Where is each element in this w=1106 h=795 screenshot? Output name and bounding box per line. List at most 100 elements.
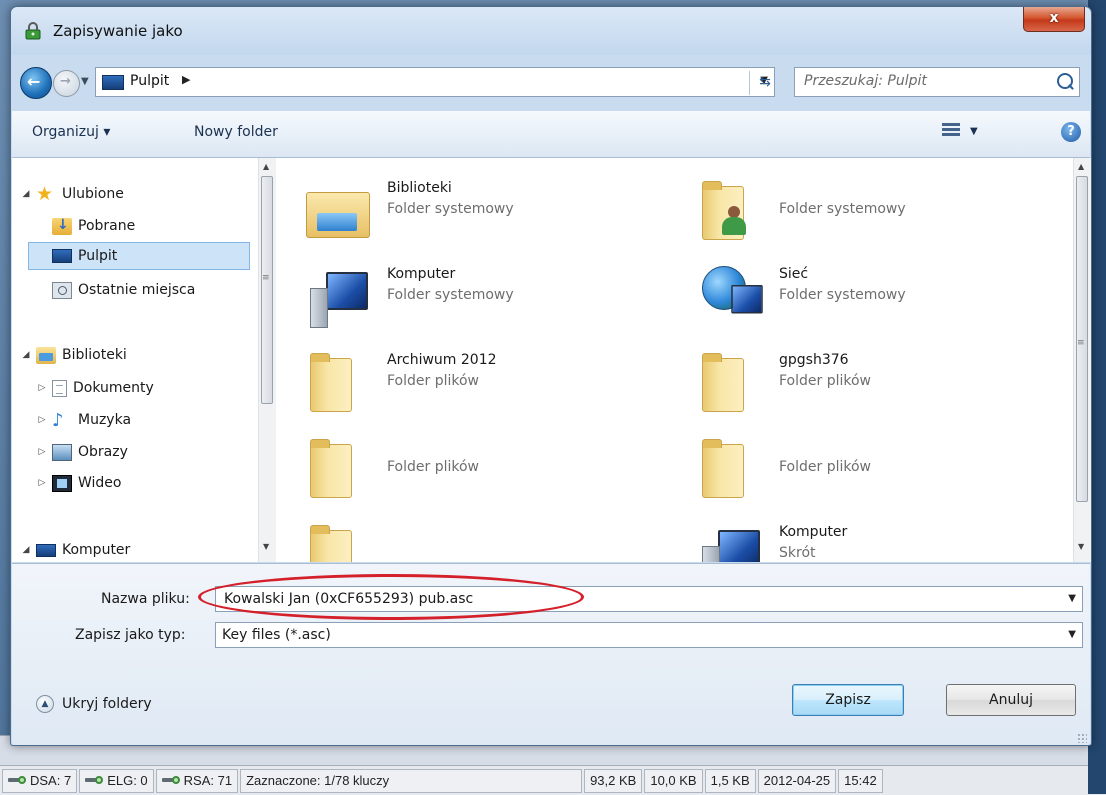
save-options-panel: Nazwa pliku: ▼ Zapisz jako typ: Key file… xyxy=(12,563,1090,745)
collapsed-arrow-icon[interactable]: ▷ xyxy=(36,478,48,488)
address-location[interactable]: Pulpit xyxy=(130,73,169,89)
file-item[interactable]: Folder plików xyxy=(276,426,656,506)
cancel-button[interactable]: Anuluj xyxy=(946,684,1076,716)
computer-icon xyxy=(310,264,368,328)
folder-icon xyxy=(702,350,748,412)
hide-folders-button[interactable]: ▲ Ukryj foldery xyxy=(36,695,152,713)
chevron-down-icon[interactable]: ▼ xyxy=(1068,593,1076,604)
navigation-scrollbar[interactable]: ▲ ≡ ▼ xyxy=(258,158,276,562)
nav-item-video[interactable]: ▷ Wideo xyxy=(36,469,122,497)
scroll-grip-icon: ≡ xyxy=(1077,338,1085,348)
collapsed-arrow-icon[interactable]: ▷ xyxy=(36,383,48,393)
search-box[interactable] xyxy=(794,67,1080,97)
folder-icon xyxy=(310,436,356,498)
file-item[interactable]: Komputer Skrót xyxy=(668,512,1048,562)
organize-button[interactable]: Organizuj ▾ xyxy=(32,124,110,140)
address-bar[interactable]: Pulpit ▶ ▼ xyxy=(95,67,775,97)
filename-input[interactable] xyxy=(222,590,1046,608)
scroll-down-icon[interactable]: ▼ xyxy=(263,542,269,551)
pictures-icon xyxy=(52,443,72,461)
file-type-select[interactable]: Key files (*.asc) ▼ xyxy=(215,622,1083,648)
status-size2: 10,0 KB xyxy=(644,768,703,793)
dialog-title: Zapisywanie jako xyxy=(53,22,183,40)
new-folder-button[interactable]: Nowy folder xyxy=(194,124,278,140)
file-item[interactable]: Folder plików xyxy=(668,426,1048,506)
refresh-icon: ⇆ xyxy=(759,74,771,90)
nav-item-music[interactable]: ▷ ♪ Muzyka xyxy=(36,406,132,434)
toolbar: Organizuj ▾ Nowy folder ▼ ? xyxy=(12,111,1090,158)
status-elg: ELG: 0 xyxy=(79,768,154,793)
scroll-up-icon[interactable]: ▲ xyxy=(263,162,269,171)
network-icon xyxy=(702,264,763,322)
key-icon xyxy=(85,776,104,785)
history-dropdown-icon[interactable]: ▼ xyxy=(81,76,89,87)
status-rsa: RSA: 71 xyxy=(155,768,239,793)
file-item[interactable] xyxy=(276,512,656,562)
search-icon[interactable] xyxy=(1057,73,1073,89)
resize-grip-icon[interactable] xyxy=(1077,733,1087,743)
music-icon: ♪ xyxy=(52,409,64,431)
scroll-thumb[interactable] xyxy=(261,176,273,404)
views-dropdown-icon[interactable]: ▼ xyxy=(970,126,978,137)
expanded-arrow-icon[interactable]: ◢ xyxy=(20,189,32,199)
back-arrow-icon: ← xyxy=(27,72,41,91)
save-button[interactable]: Zapisz xyxy=(792,684,904,716)
address-row: ← → ▼ Pulpit ▶ ▼ ⇆ xyxy=(11,63,1091,103)
file-item[interactable]: Komputer Folder systemowy xyxy=(276,254,656,334)
views-icon[interactable] xyxy=(942,123,960,141)
file-list-scrollbar[interactable]: ▲ ≡ ▼ xyxy=(1073,158,1091,562)
computer-shortcut-icon xyxy=(702,522,760,562)
nav-item-pictures[interactable]: ▷ Obrazy xyxy=(36,438,128,466)
nav-item-libraries[interactable]: ◢ Biblioteki xyxy=(20,341,127,369)
title-bar[interactable]: Zapisywanie jako x xyxy=(11,7,1091,55)
chevron-down-icon[interactable]: ▼ xyxy=(1068,629,1076,640)
status-selected: Zaznaczone: 1/78 kluczy xyxy=(240,768,583,793)
file-item[interactable]: Archiwum 2012 Folder plików xyxy=(276,340,656,420)
file-item[interactable]: Sieć Folder systemowy xyxy=(668,254,1048,334)
status-size3: 1,5 KB xyxy=(704,768,756,793)
help-icon[interactable]: ? xyxy=(1061,122,1081,142)
filename-label: Nazwa pliku: xyxy=(101,591,190,607)
filename-field[interactable]: ▼ xyxy=(215,586,1083,612)
save-as-dialog: Zapisywanie jako x ← → ▼ Pulpit ▶ ▼ ⇆ Or… xyxy=(10,6,1092,746)
file-item[interactable]: Folder systemowy xyxy=(668,168,1048,248)
collapsed-arrow-icon[interactable]: ▷ xyxy=(36,415,48,425)
key-icon xyxy=(8,776,26,785)
refresh-button[interactable]: ⇆ xyxy=(749,71,780,95)
desktop-icon xyxy=(52,249,72,263)
expanded-arrow-icon[interactable]: ◢ xyxy=(20,350,32,360)
file-list: Biblioteki Folder systemowy Folder syste… xyxy=(276,158,1072,562)
expanded-arrow-icon[interactable]: ◢ xyxy=(20,545,32,555)
nav-item-computer[interactable]: ◢ Komputer xyxy=(20,536,131,564)
scroll-up-icon[interactable]: ▲ xyxy=(1078,162,1084,171)
nav-item-desktop[interactable]: Pulpit xyxy=(28,242,250,270)
user-folder-icon xyxy=(702,178,748,240)
file-item[interactable]: Biblioteki Folder systemowy xyxy=(276,168,656,248)
file-type-value: Key files (*.asc) xyxy=(222,627,331,643)
status-size1: 93,2 KB xyxy=(584,768,643,793)
forward-button[interactable]: → xyxy=(53,70,80,97)
nav-item-recent-places[interactable]: Ostatnie miejsca xyxy=(52,276,195,304)
libraries-icon xyxy=(306,178,370,238)
browser-pane: ◢ ★ Ulubione Pobrane Pulpit Ostatnie mie… xyxy=(12,158,1091,564)
file-item[interactable]: gpgsh376 Folder plików xyxy=(668,340,1048,420)
status-time: 15:42 xyxy=(838,768,883,793)
libraries-icon xyxy=(36,346,56,364)
collapsed-arrow-icon[interactable]: ▷ xyxy=(36,447,48,457)
nav-item-favorites[interactable]: ◢ ★ Ulubione xyxy=(20,180,124,208)
documents-icon xyxy=(52,379,67,397)
nav-item-downloads[interactable]: Pobrane xyxy=(52,212,135,240)
scroll-down-icon[interactable]: ▼ xyxy=(1078,542,1084,551)
search-input[interactable] xyxy=(802,72,1046,90)
back-button[interactable]: ← xyxy=(20,67,52,99)
close-button[interactable]: x xyxy=(1023,7,1085,32)
nav-item-documents[interactable]: ▷ Dokumenty xyxy=(36,374,154,402)
background-statusbar: DSA: 7 ELG: 0 RSA: 71 Zaznaczone: 1/78 k… xyxy=(0,765,1106,795)
recent-places-icon xyxy=(52,281,72,299)
scroll-grip-icon: ≡ xyxy=(262,273,270,283)
video-icon xyxy=(52,474,72,492)
close-icon: x xyxy=(1049,10,1059,26)
chevron-right-icon[interactable]: ▶ xyxy=(182,73,190,86)
folder-icon xyxy=(310,522,356,562)
status-dsa: DSA: 7 xyxy=(2,768,78,793)
